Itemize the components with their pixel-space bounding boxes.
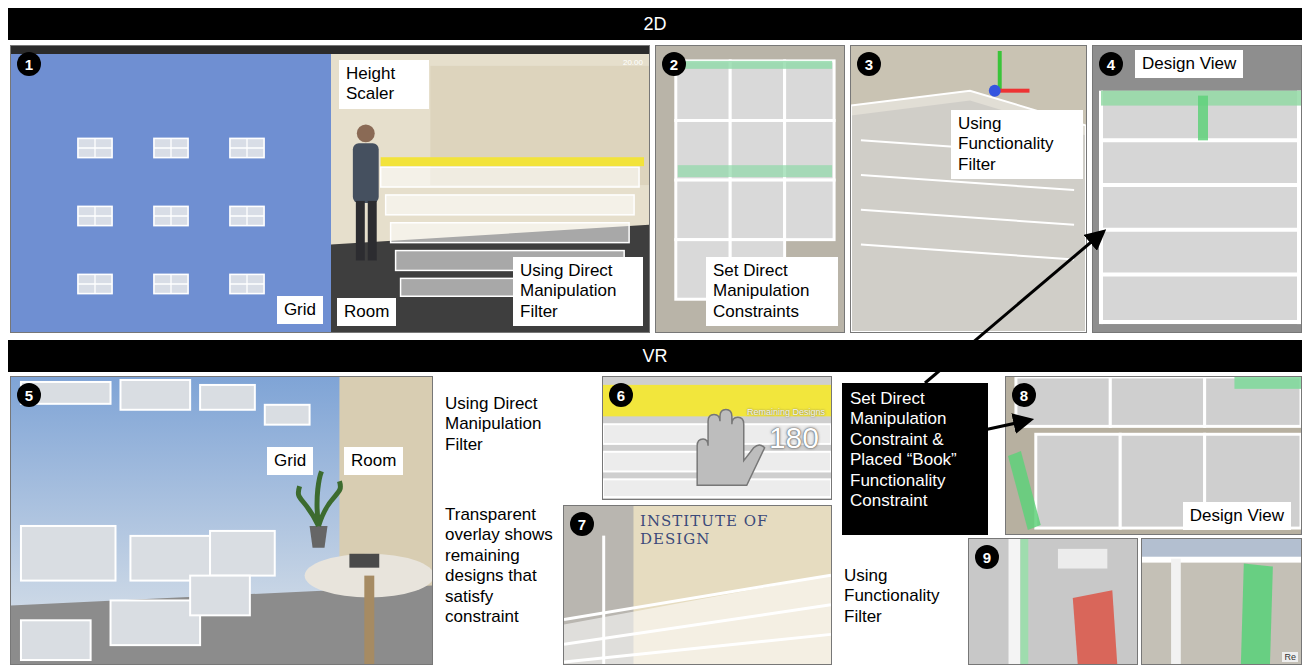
- figure: 2D Grid 20.00 Height Scaler Room Using Direct…: [0, 0, 1310, 670]
- book-block[interactable]: [1073, 590, 1117, 664]
- hand-icon: [697, 409, 764, 485]
- functionality-filter-label: Using Functionality Filter: [842, 538, 968, 665]
- arrows: [0, 0, 1310, 670]
- row-vr: Grid Room 5 Using Direct Manipulation Filte…: [0, 376, 1310, 665]
- toolbar: [11, 46, 331, 54]
- functionality-scene: [851, 46, 1086, 332]
- design-thumbnail[interactable]: [225, 200, 269, 232]
- room-view: 20.00 Height Scaler Room Using Direct Manip…: [331, 46, 649, 332]
- functionality-label: Using Functionality Filter: [951, 110, 1083, 179]
- room-label: Room: [344, 447, 403, 475]
- design-view-scene: [1093, 46, 1301, 332]
- panel-number: 1: [17, 52, 41, 76]
- toolbar: [331, 46, 649, 54]
- design-thumbnail[interactable]: [149, 132, 193, 164]
- panel-3: Using Functionality Filter 3: [850, 45, 1087, 333]
- corner-text: Re: [1282, 652, 1298, 662]
- filter-label: Using Direct Manipulation Filter: [513, 257, 643, 326]
- wall-sign: INSTITUTE OF DESIGN: [640, 512, 831, 548]
- height-scaler-label: Height Scaler: [339, 60, 429, 109]
- design-thumbnail[interactable]: [225, 132, 269, 164]
- plant-icon: [298, 471, 340, 547]
- remaining-count: 180: [769, 421, 819, 455]
- design-view-label: Design View: [1135, 50, 1243, 78]
- person-icon: [353, 124, 379, 260]
- panel-9-right: Re: [1141, 538, 1302, 665]
- section-bar-2d: 2D: [8, 8, 1302, 40]
- panel-4: Design View 4: [1092, 45, 1302, 333]
- panel-number: 4: [1099, 52, 1123, 76]
- grid-view: Grid: [11, 46, 331, 332]
- design-grid: [11, 54, 331, 300]
- direct-filter-label: Using Direct Manipulation Filter: [445, 376, 563, 500]
- grid-label: Grid: [277, 296, 323, 324]
- constraints-label: Set Direct Manipulation Constraints: [706, 257, 838, 326]
- panel-number: 9: [975, 545, 999, 569]
- readout: 20.00: [623, 58, 643, 67]
- height-scaler-bar[interactable]: [381, 157, 644, 166]
- panel-9-left: 9: [968, 538, 1138, 665]
- panel-number: 2: [662, 52, 686, 76]
- panel-number: 8: [1012, 383, 1036, 407]
- panel-number: 5: [17, 383, 41, 407]
- panel-9: 9 Re: [968, 538, 1302, 665]
- room-label: Room: [337, 298, 396, 326]
- book-green-scene: [1142, 539, 1301, 664]
- arrow-to-panel-4: [925, 232, 1103, 383]
- design-thumbnail[interactable]: [73, 268, 117, 300]
- design-thumbnail[interactable]: [225, 268, 269, 300]
- panel-8: Design View 8: [1005, 376, 1302, 535]
- grid-label: Grid: [267, 447, 313, 475]
- design-thumbnail[interactable]: [149, 268, 193, 300]
- panel-6: Remaining Designs 180 6: [602, 376, 832, 500]
- panel-5: Grid Room 5: [10, 376, 433, 665]
- design-thumbnail[interactable]: [73, 132, 117, 164]
- design-thumbnail[interactable]: [149, 200, 193, 232]
- gizmo-icon[interactable]: [989, 51, 1030, 97]
- transparent-overlay-label: Transparent overlay shows remaining desi…: [445, 505, 558, 665]
- design-thumbnail[interactable]: [73, 200, 117, 232]
- vr-room-scene: [11, 377, 432, 664]
- panel-7: INSTITUTE OF DESIGN 7: [563, 505, 832, 665]
- remaining-designs-label: Remaining Designs: [747, 407, 825, 417]
- panel-number: 7: [570, 512, 594, 536]
- design-view-label: Design View: [1183, 502, 1291, 530]
- panel-2: Set Direct Manipulation Constraints 2: [655, 45, 845, 333]
- panel-1: Grid 20.00 Height Scaler Room Using Direct M…: [10, 45, 650, 333]
- book-block[interactable]: [1241, 564, 1273, 664]
- arrow-to-panel-8: [984, 420, 1030, 430]
- height-scaler-bar[interactable]: [603, 385, 831, 416]
- panel-number: 3: [857, 52, 881, 76]
- section-bar-vr: VR: [8, 340, 1302, 372]
- panel-number: 6: [609, 383, 633, 407]
- callout: Set Direct Manipulation Constraint & Pla…: [842, 383, 988, 535]
- row-2d: Grid 20.00 Height Scaler Room Using Direct M…: [0, 45, 1310, 333]
